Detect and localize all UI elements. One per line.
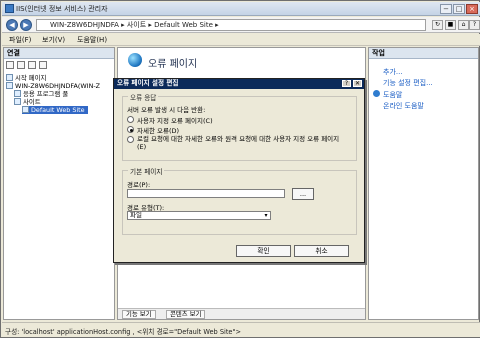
connections-icon[interactable] — [39, 61, 47, 69]
response-prompt: 서버 오류 발생 시 다음 반환: — [127, 106, 206, 114]
save-icon[interactable] — [17, 61, 25, 69]
dialog-help-button[interactable]: ? — [342, 80, 351, 87]
connections-toolbar — [6, 61, 76, 71]
menu-help[interactable]: 도움말(H) — [77, 35, 107, 45]
action-online-help[interactable]: 온라인 도움말 — [383, 101, 424, 111]
up-icon[interactable] — [28, 61, 36, 69]
option-local-detailed-remote-custom[interactable]: 로컬 요청에 대한 자세한 오류와 원격 요청에 대한 사용자 지정 오류 페이… — [137, 135, 347, 151]
breadcrumb-sites[interactable]: 사이트 — [127, 21, 146, 29]
window-title: IIS(인터넷 정보 서비스) 관리자 — [16, 5, 108, 13]
home-icon[interactable]: ⌂ — [458, 20, 469, 30]
dialog-title: 오류 페이지 설정 편집 — [114, 79, 364, 89]
breadcrumb: WIN-Z8W6DHJNDFA ▸ 사이트 ▸ Default Web Site… — [50, 21, 219, 29]
browse-button[interactable]: ... — [292, 188, 314, 200]
maximize-button[interactable]: □ — [453, 4, 465, 14]
action-add[interactable]: 추가... — [383, 67, 403, 77]
menu-bar: 파일(F) 보기(V) 도움말(H) — [2, 34, 480, 46]
stop-icon[interactable]: ■ — [445, 20, 456, 30]
connections-pane: 연결 시작 페이지 WIN-Z8W6DHJNDFA(WIN-Z 응용 프로그램 … — [3, 47, 115, 320]
chevron-down-icon[interactable]: ▾ — [263, 213, 269, 219]
view-tabs: 기능 보기 콘텐츠 보기 — [118, 308, 365, 319]
path-label: 경로(P): — [127, 181, 151, 189]
globe-icon — [128, 53, 142, 67]
actions-pane: 작업 추가... 기능 설정 편집... 도움말 온라인 도움말 — [368, 47, 479, 320]
globe-icon — [22, 106, 29, 113]
back-button[interactable]: ◀ — [6, 19, 18, 31]
help-icon — [373, 90, 380, 97]
breadcrumb-site[interactable]: Default Web Site — [154, 21, 213, 29]
actions-header: 작업 — [369, 48, 478, 59]
tree-app-pools[interactable]: 응용 프로그램 풀 — [14, 90, 68, 98]
option-detailed-error[interactable]: 자세한 오류(D) — [137, 125, 179, 135]
edit-error-pages-dialog: 오류 페이지 설정 편집 ? ✕ 오류 응답 서버 오류 발생 시 다음 반환:… — [113, 78, 365, 263]
default-page-label: 기본 페이지 — [128, 166, 165, 176]
refresh-icon[interactable]: ↻ — [432, 20, 443, 30]
action-help[interactable]: 도움말 — [383, 90, 402, 100]
path-input[interactable] — [127, 189, 285, 198]
connect-icon[interactable] — [6, 61, 14, 69]
cancel-button[interactable]: 취소 — [294, 245, 349, 257]
error-response-group: 오류 응답 서버 오류 발생 시 다음 반환: 사용자 지정 오류 페이지(C)… — [122, 92, 357, 161]
ok-button[interactable]: 확인 — [236, 245, 291, 257]
menu-file[interactable]: 파일(F) — [9, 35, 31, 45]
option-custom-error[interactable]: 사용자 지정 오류 페이지(C) — [137, 115, 213, 125]
tree-sites[interactable]: 사이트 — [14, 98, 41, 106]
path-type-select[interactable]: 파일 ▾ — [127, 211, 271, 220]
connections-header: 연결 — [4, 48, 114, 59]
close-button[interactable]: × — [466, 4, 478, 14]
radio-local-detailed-remote-custom[interactable] — [127, 136, 134, 143]
tab-content[interactable]: 콘텐츠 보기 — [166, 310, 206, 319]
pool-icon — [14, 90, 21, 97]
page-title: 오류 페이지 — [148, 59, 198, 70]
minimize-button[interactable]: − — [440, 4, 452, 14]
title-bar: IIS(인터넷 정보 서비스) 관리자 − □ × — [2, 2, 480, 16]
page-icon — [6, 74, 13, 81]
help-icon[interactable]: ? — [469, 20, 480, 30]
tree-default-site[interactable]: Default Web Site — [22, 106, 88, 114]
tab-features[interactable]: 기능 보기 — [122, 310, 156, 319]
iis-manager-window: IIS(인터넷 정보 서비스) 관리자 − □ × ◀ ▶ WIN-Z8W6DH… — [0, 0, 480, 338]
radio-custom-error[interactable] — [127, 116, 134, 123]
status-bar: 구성: 'localhost' applicationHost.config ,… — [2, 322, 480, 337]
tree-server[interactable]: WIN-Z8W6DHJNDFA(WIN-Z — [6, 82, 100, 90]
path-type-value: 파일 — [130, 211, 142, 219]
breadcrumb-host[interactable]: WIN-Z8W6DHJNDFA — [50, 21, 119, 29]
default-page-group: 기본 페이지 경로(P): ... 경로 유형(T): 파일 ▾ — [122, 166, 357, 235]
folder-icon — [14, 98, 21, 105]
address-bar: ◀ ▶ WIN-Z8W6DHJNDFA ▸ 사이트 ▸ Default Web … — [2, 17, 480, 33]
menu-view[interactable]: 보기(V) — [42, 35, 65, 45]
forward-button[interactable]: ▶ — [20, 19, 32, 31]
tree-start-page[interactable]: 시작 페이지 — [6, 74, 46, 82]
radio-detailed-error[interactable] — [127, 126, 134, 133]
error-response-label: 오류 응답 — [128, 92, 159, 102]
dialog-close-button[interactable]: ✕ — [353, 80, 362, 87]
action-edit-settings[interactable]: 기능 설정 편집... — [383, 78, 433, 88]
server-icon — [6, 82, 13, 89]
iis-icon — [5, 4, 14, 13]
